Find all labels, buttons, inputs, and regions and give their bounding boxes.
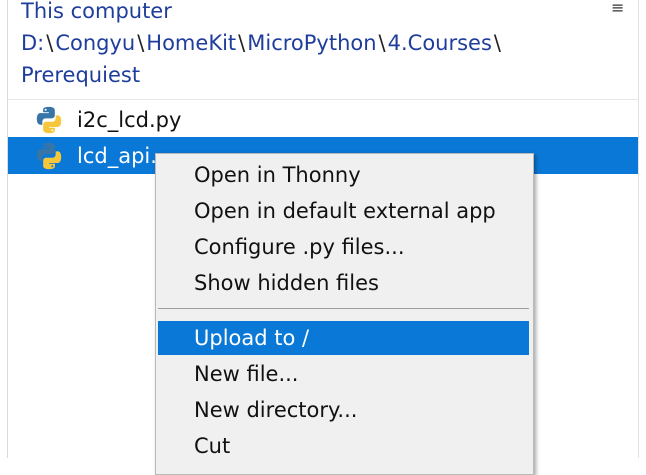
breadcrumb-separator: \	[46, 31, 54, 55]
menu-item-configure-py[interactable]: Configure .py files...	[158, 230, 529, 264]
menu-item-open-in-thonny[interactable]: Open in Thonny	[158, 158, 529, 192]
hamburger-menu-icon[interactable]: ≡	[611, 0, 624, 17]
python-file-icon	[36, 142, 62, 169]
menu-item-open-external[interactable]: Open in default external app	[158, 194, 529, 228]
breadcrumb-homekit[interactable]: HomeKit	[146, 27, 236, 59]
location-title[interactable]: This computer	[21, 0, 172, 27]
breadcrumb-courses[interactable]: 4.Courses	[388, 27, 492, 59]
menu-item-new-directory[interactable]: New directory...	[158, 393, 529, 427]
file-name: i2c_lcd.py	[77, 107, 182, 132]
python-file-icon	[36, 106, 62, 133]
menu-item-label: Open in Thonny	[194, 163, 361, 187]
breadcrumb: D:\Congyu\HomeKit\MicroPython\4.Courses\…	[21, 27, 581, 91]
menu-item-label: Upload to /	[194, 326, 310, 350]
breadcrumb-separator: \	[493, 31, 501, 55]
panel-left-border	[7, 0, 8, 458]
menu-item-label: New directory...	[194, 398, 358, 422]
breadcrumb-separator: \	[378, 31, 386, 55]
menu-item-label: Show hidden files	[194, 271, 379, 295]
header-divider	[8, 99, 638, 100]
menu-item-upload[interactable]: Upload to /	[158, 321, 529, 355]
breadcrumb-separator: \	[238, 31, 246, 55]
menu-item-show-hidden[interactable]: Show hidden files	[158, 266, 529, 300]
menu-item-label: Open in default external app	[194, 199, 496, 223]
file-row-i2c-lcd[interactable]: i2c_lcd.py	[8, 101, 638, 138]
menu-separator	[158, 308, 529, 309]
breadcrumb-congyu[interactable]: Congyu	[55, 27, 135, 59]
file-name: lcd_api.	[77, 143, 157, 168]
breadcrumb-drive[interactable]: D:	[21, 27, 44, 59]
breadcrumb-micropython[interactable]: MicroPython	[247, 27, 376, 59]
breadcrumb-prerequiest[interactable]: Prerequiest	[21, 59, 140, 91]
breadcrumb-separator: \	[137, 31, 145, 55]
menu-item-new-file[interactable]: New file...	[158, 357, 529, 391]
context-menu: Open in Thonny Open in default external …	[155, 153, 534, 475]
panel-right-border	[638, 0, 639, 458]
menu-item-label: New file...	[194, 362, 299, 386]
menu-item-label: Configure .py files...	[194, 235, 405, 259]
